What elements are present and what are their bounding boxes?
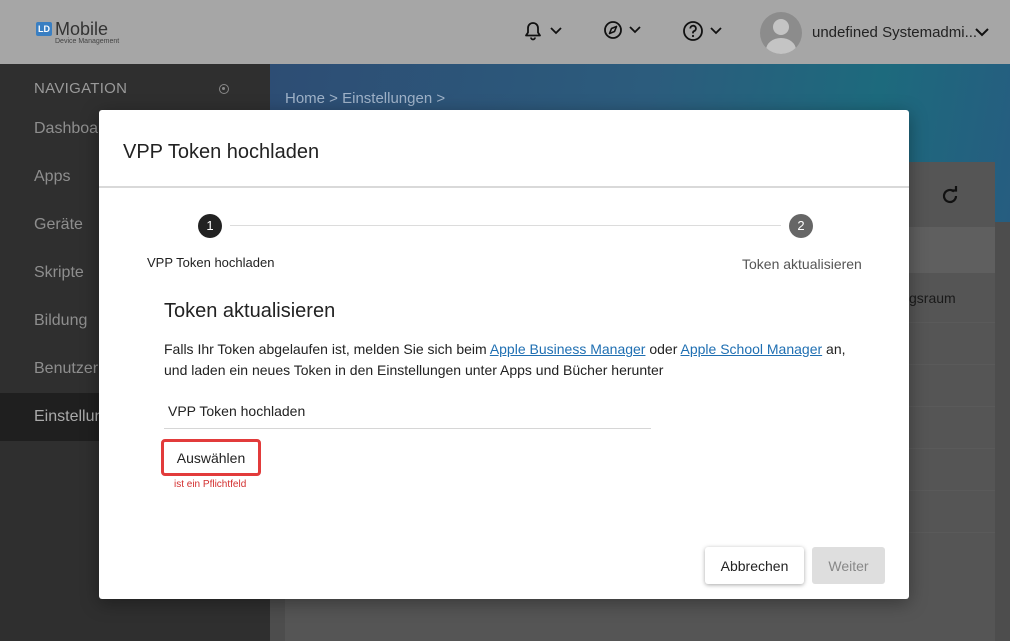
- bell-icon: [525, 22, 541, 41]
- vpp-upload-dialog: VPP Token hochladen 1 2 VPP Token hochla…: [99, 110, 909, 599]
- section-title: Token aktualisieren: [164, 300, 336, 322]
- divider: [909, 532, 995, 533]
- top-bar: LD Mobile Device Management undefined Sy…: [0, 0, 1010, 64]
- avatar[interactable]: [760, 12, 802, 54]
- logo-badge: LD: [36, 22, 52, 36]
- chevron-down-icon: [550, 27, 562, 35]
- chevron-down-icon[interactable]: [975, 28, 989, 37]
- instructions-part: Falls Ihr Token abgelaufen ist, melden S…: [164, 341, 490, 357]
- next-button[interactable]: Weiter: [812, 547, 885, 584]
- step-2-indicator: 2: [789, 214, 813, 238]
- divider: [909, 322, 995, 323]
- table-cell: gsraum: [909, 290, 956, 306]
- logo-title: Mobile: [55, 19, 109, 39]
- notifications-menu[interactable]: [522, 20, 562, 42]
- stepper-line: [230, 225, 781, 226]
- apple-business-manager-link[interactable]: Apple Business Manager: [490, 341, 646, 357]
- help-menu[interactable]: [682, 20, 722, 42]
- dialog-title: VPP Token hochladen: [123, 141, 320, 163]
- logo[interactable]: LD Mobile Device Management: [36, 20, 119, 46]
- apple-school-manager-link[interactable]: Apple School Manager: [681, 341, 823, 357]
- step-2-label: Token aktualisieren: [742, 256, 862, 272]
- step-1-indicator: 1: [198, 214, 222, 238]
- breadcrumb[interactable]: Home > Einstellungen >: [285, 90, 445, 107]
- divider: [909, 448, 995, 449]
- choose-file-button[interactable]: Auswählen: [161, 439, 261, 476]
- compass-icon: [604, 21, 622, 39]
- instructions-text: Falls Ihr Token abgelaufen ist, melden S…: [164, 339, 854, 381]
- file-field-underline: [164, 428, 651, 429]
- pin-icon[interactable]: [219, 84, 229, 94]
- user-name[interactable]: undefined Systemadmi...: [812, 24, 977, 41]
- file-field-label: VPP Token hochladen: [168, 403, 306, 419]
- explore-menu[interactable]: [603, 20, 641, 40]
- required-field-hint: ist ein Pflichtfeld: [174, 479, 247, 490]
- divider: [909, 364, 995, 365]
- divider: [99, 186, 909, 188]
- table-header: [909, 227, 995, 273]
- refresh-icon[interactable]: [938, 184, 962, 208]
- help-icon: [683, 21, 703, 41]
- step-1-label: VPP Token hochladen: [147, 255, 275, 270]
- nav-heading: NAVIGATION: [34, 80, 128, 97]
- chevron-down-icon: [710, 27, 722, 35]
- instructions-part: oder: [645, 341, 681, 357]
- cancel-button[interactable]: Abbrechen: [705, 547, 804, 584]
- logo-subtitle: Device Management: [55, 38, 120, 45]
- divider: [909, 490, 995, 491]
- chevron-down-icon: [629, 26, 641, 34]
- divider: [909, 406, 995, 407]
